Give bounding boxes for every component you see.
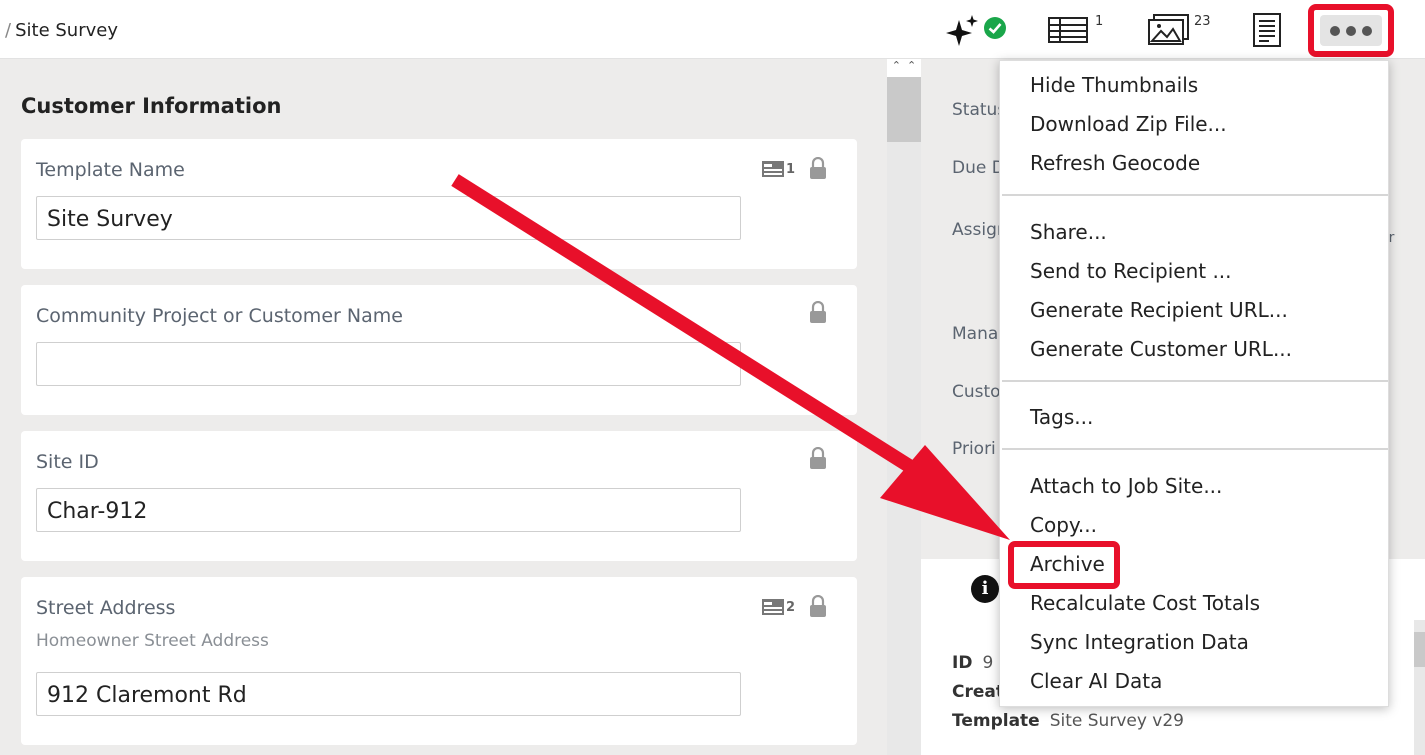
- meta-value: Site Survey v29: [1049, 711, 1184, 731]
- priority-label: Priori: [952, 439, 996, 459]
- site-id-card: Site ID Char-912: [21, 431, 857, 561]
- meta-template: Template Site Survey v29: [952, 711, 1184, 731]
- scroll-track[interactable]: [887, 77, 921, 755]
- sparkle-icon[interactable]: [945, 14, 981, 48]
- meta-key: ID: [952, 653, 973, 673]
- menu-item-generate-customer-url[interactable]: Generate Customer URL...: [1030, 337, 1292, 361]
- document-icon[interactable]: [1253, 13, 1281, 47]
- menu-item-copy[interactable]: Copy...: [1030, 513, 1097, 537]
- due-date-label: Due D: [952, 158, 1005, 178]
- menu-divider: [1002, 194, 1388, 196]
- details-scrollbar[interactable]: [1414, 620, 1425, 755]
- field-label: Community Project or Customer Name: [36, 305, 403, 327]
- pane-scrollbar[interactable]: ⌃ ⌃: [887, 59, 921, 755]
- thumbnail-count: 1: [785, 161, 795, 177]
- lock-icon: [810, 301, 826, 323]
- meta-value: 9: [982, 653, 994, 673]
- site-id-input[interactable]: Char-912: [36, 488, 741, 532]
- street-address-card: Street Address Homeowner Street Address …: [21, 577, 857, 745]
- scroll-thumb[interactable]: [1414, 632, 1425, 667]
- street-address-input[interactable]: 912 Claremont Rd: [36, 672, 741, 716]
- meta-key: Template: [952, 711, 1040, 731]
- field-sublabel: Homeowner Street Address: [36, 631, 269, 651]
- thumbnail-badge[interactable]: 2: [761, 599, 795, 615]
- menu-item-download-zip[interactable]: Download Zip File...: [1030, 112, 1227, 136]
- menu-item-attach-to-job-site[interactable]: Attach to Job Site...: [1030, 474, 1222, 498]
- customer-label: Custo: [952, 382, 1001, 402]
- photos-icon[interactable]: [1148, 14, 1190, 46]
- marker-label: rke: [952, 497, 979, 517]
- scroll-arrows[interactable]: ⌃ ⌃: [887, 59, 921, 77]
- menu-item-clear-ai-data[interactable]: Clear AI Data: [1030, 669, 1162, 693]
- top-bar: / Site Survey 1 23: [0, 0, 1425, 59]
- customer-info-pane: Customer Information Template Name 1 Sit…: [0, 59, 887, 755]
- lock-icon: [810, 595, 826, 617]
- meta-key: Creat: [952, 682, 1004, 702]
- more-options-menu: Hide Thumbnails Download Zip File... Ref…: [999, 60, 1389, 707]
- table-count: 1: [1095, 14, 1104, 29]
- menu-divider: [1002, 380, 1388, 382]
- info-icon[interactable]: i: [971, 575, 999, 603]
- menu-divider: [1002, 448, 1388, 450]
- scroll-thumb[interactable]: [887, 77, 921, 142]
- photos-count: 23: [1194, 14, 1211, 29]
- menu-item-refresh-geocode[interactable]: Refresh Geocode: [1030, 151, 1200, 175]
- menu-item-sync-integration-data[interactable]: Sync Integration Data: [1030, 630, 1249, 654]
- lock-icon: [810, 157, 826, 179]
- thumbnail-icon: [761, 161, 784, 177]
- chevron-up-icon[interactable]: ⌃: [892, 59, 901, 77]
- menu-item-generate-recipient-url[interactable]: Generate Recipient URL...: [1030, 298, 1288, 322]
- breadcrumb-current[interactable]: Site Survey: [15, 20, 118, 41]
- breadcrumb-separator: /: [5, 20, 12, 41]
- check-circle-icon: [984, 17, 1006, 39]
- menu-item-share[interactable]: Share...: [1030, 220, 1107, 244]
- menu-item-recalculate-cost-totals[interactable]: Recalculate Cost Totals: [1030, 591, 1260, 615]
- meta-id: ID 9: [952, 653, 993, 673]
- thumbnail-badge[interactable]: 1: [761, 161, 795, 177]
- chevron-up-icon[interactable]: ⌃: [907, 59, 916, 77]
- thumbnail-icon: [761, 599, 784, 615]
- lock-icon: [810, 447, 826, 469]
- customer-name-input[interactable]: [36, 342, 741, 386]
- field-label: Street Address: [36, 597, 176, 619]
- template-name-input[interactable]: Site Survey: [36, 196, 741, 240]
- customer-name-card: Community Project or Customer Name: [21, 285, 857, 415]
- menu-item-tags[interactable]: Tags...: [1030, 405, 1093, 429]
- more-icon: [1320, 15, 1382, 46]
- field-label: Site ID: [36, 451, 99, 473]
- field-label: Template Name: [36, 159, 185, 181]
- archive-highlight: [1008, 541, 1120, 589]
- breadcrumb[interactable]: / Site Survey: [5, 20, 118, 41]
- menu-item-hide-thumbnails[interactable]: Hide Thumbnails: [1030, 73, 1198, 97]
- menu-item-send-to-recipient[interactable]: Send to Recipient ...: [1030, 259, 1232, 283]
- more-options-button[interactable]: [1308, 4, 1394, 57]
- section-title: Customer Information: [21, 94, 282, 118]
- thumbnail-count: 2: [785, 599, 795, 615]
- template-name-card: Template Name 1 Site Survey: [21, 139, 857, 269]
- table-icon[interactable]: [1048, 17, 1088, 43]
